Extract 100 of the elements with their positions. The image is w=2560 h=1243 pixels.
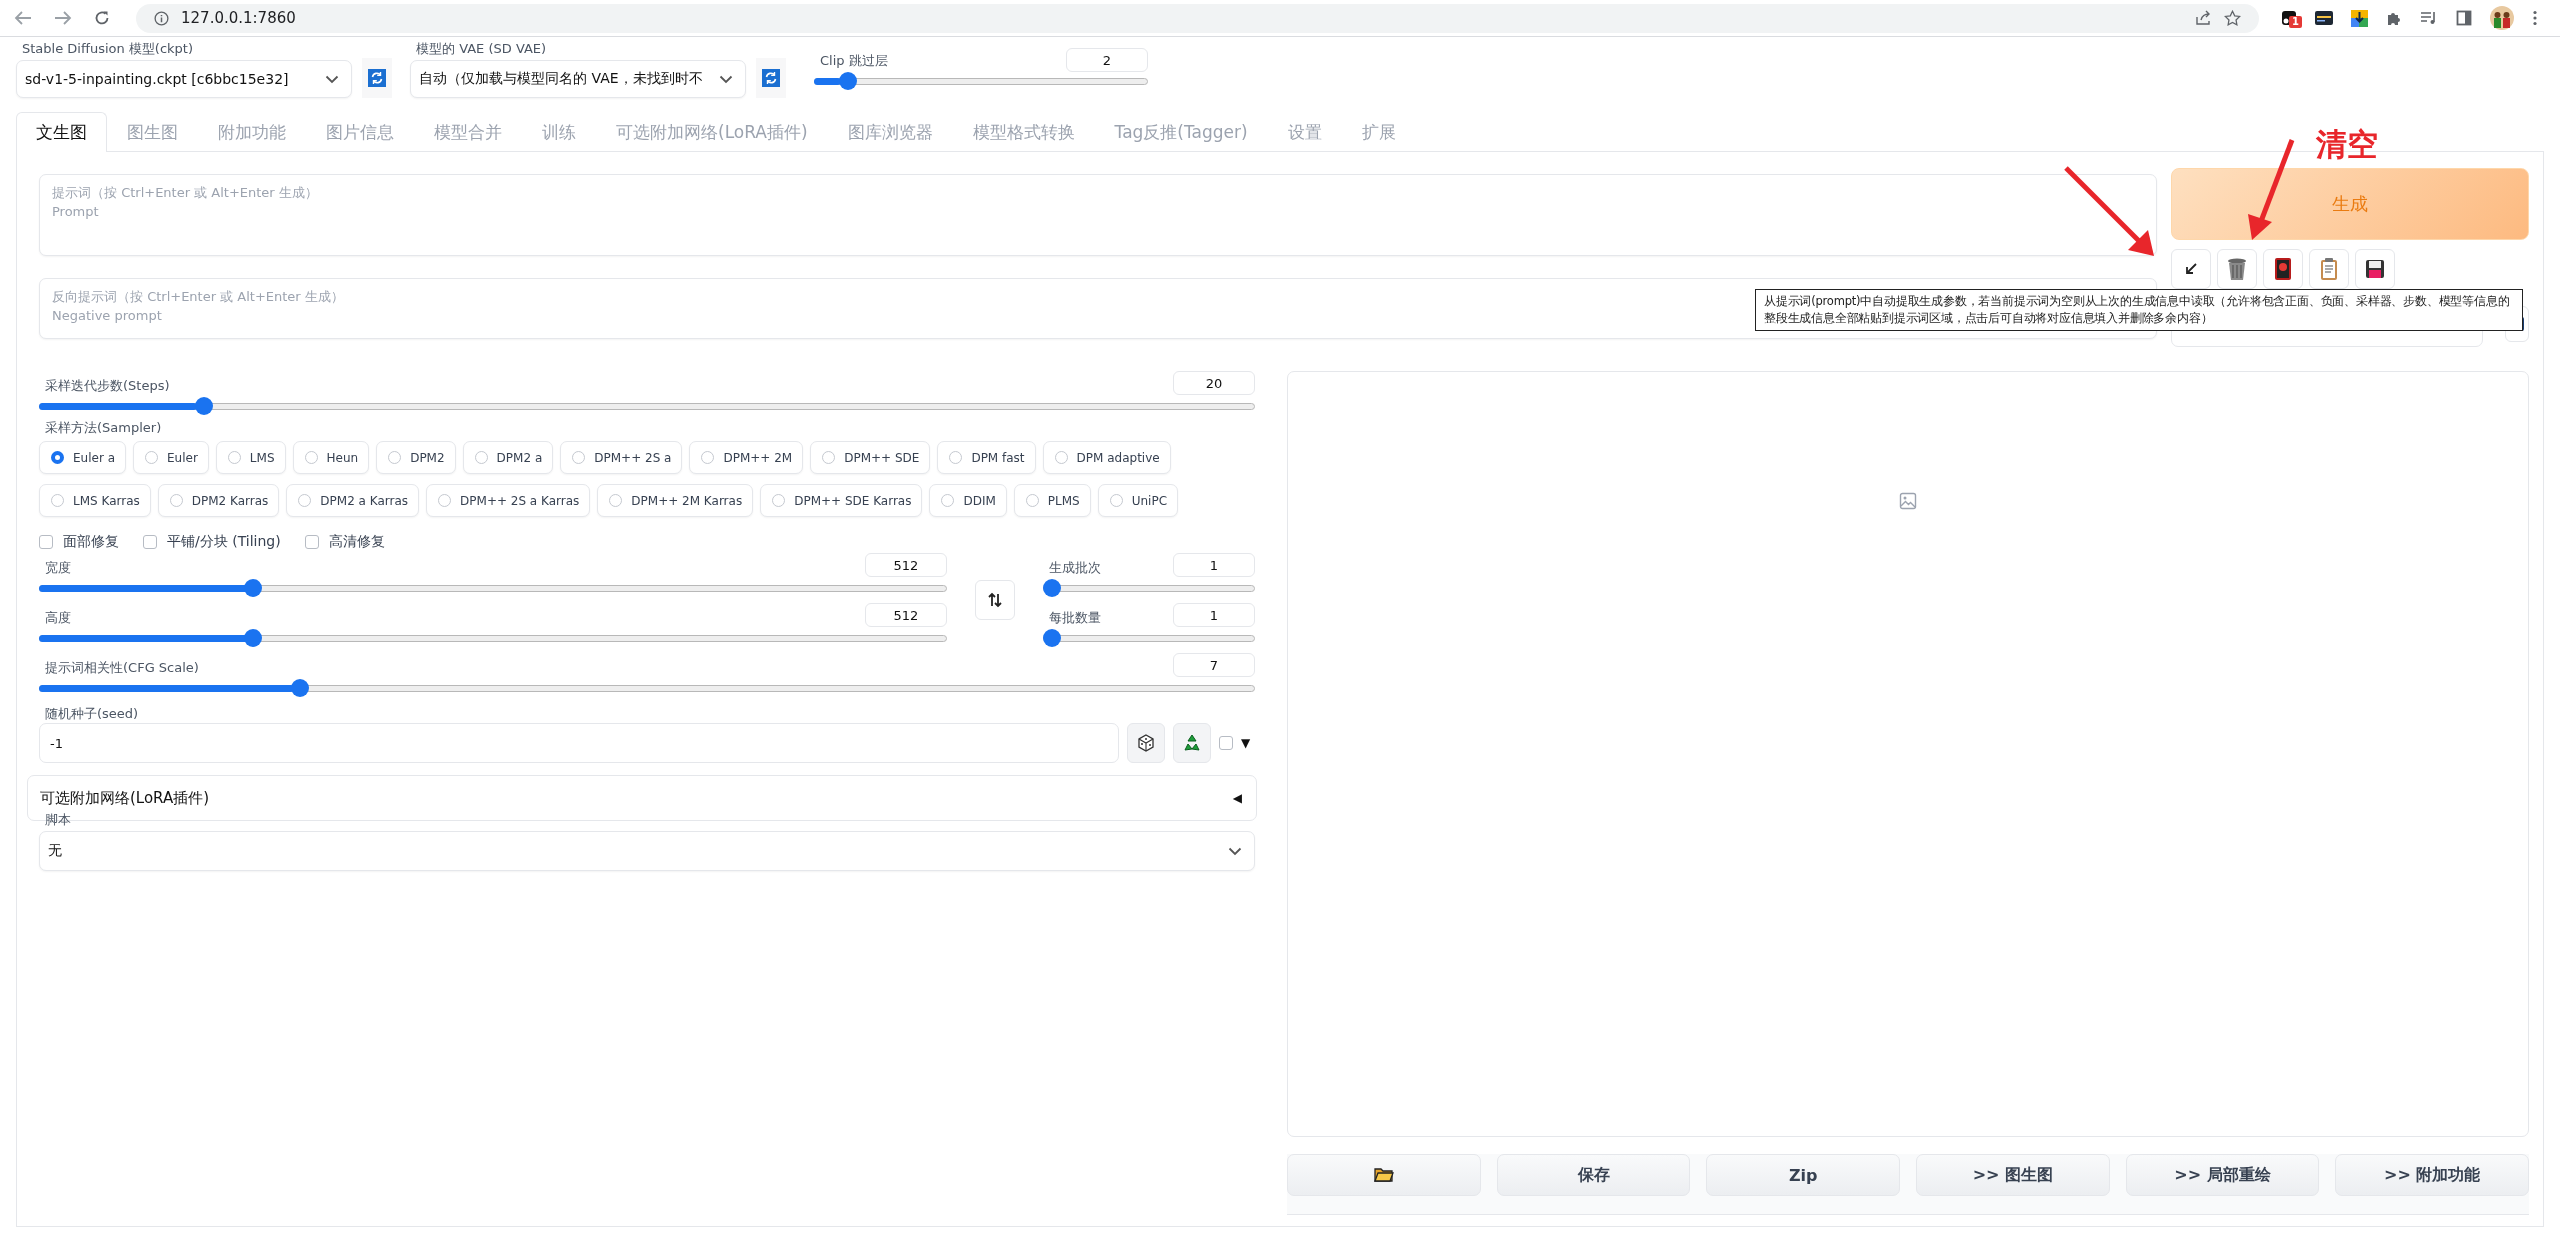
refresh-icon <box>762 69 780 87</box>
share-icon[interactable] <box>2195 10 2212 26</box>
back-icon[interactable] <box>14 10 32 26</box>
sampler-option[interactable]: DPM++ SDE Karras <box>760 484 923 517</box>
clipboard-button[interactable] <box>2309 249 2349 289</box>
batch-count-slider[interactable] <box>1043 579 1255 597</box>
info-icon[interactable] <box>154 10 169 26</box>
output-action-button[interactable]: Zip <box>1706 1154 1900 1196</box>
sampler-option[interactable]: LMS Karras <box>39 484 151 517</box>
sampler-option[interactable]: Euler <box>133 441 209 474</box>
model-dropdown[interactable]: sd-v1-5-inpainting.ckpt [c6bbc15e32] <box>16 60 352 98</box>
option-checkbox[interactable]: 高清修复 <box>304 533 385 551</box>
option-checkbox[interactable]: 平铺/分块 (Tiling) <box>143 533 281 551</box>
sampler-option[interactable]: DPM++ 2S a <box>560 441 683 474</box>
steps-slider[interactable] <box>39 397 1255 415</box>
output-action-button[interactable]: >> 附加功能 <box>2335 1154 2530 1196</box>
height-input[interactable]: 512 <box>865 603 947 627</box>
read-params-button[interactable] <box>2171 249 2211 289</box>
reuse-seed-button[interactable] <box>1173 723 1211 763</box>
star-icon[interactable] <box>2224 10 2241 26</box>
vae-label: 模型的 VAE (SD VAE) <box>416 40 548 58</box>
option-checkbox[interactable]: 面部修复 <box>39 533 119 551</box>
extra-seed-toggle[interactable]: ▼ <box>1241 736 1251 750</box>
swap-icon <box>988 592 1002 608</box>
side-panel-icon[interactable] <box>2456 10 2472 26</box>
clipboard-icon <box>2320 257 2338 281</box>
address-bar[interactable]: 127.0.0.1:7860 <box>136 3 2259 33</box>
refresh-button[interactable] <box>362 58 392 98</box>
height-slider[interactable] <box>39 629 947 647</box>
chevron-down-icon <box>719 74 733 84</box>
width-label: 宽度 <box>45 559 71 577</box>
clip-skip-input[interactable]: 2 <box>1066 48 1148 72</box>
steps-input[interactable]: 20 <box>1173 371 1255 395</box>
download-icon[interactable] <box>2351 9 2368 27</box>
extension-badge: 1 <box>2289 16 2302 28</box>
output-action-button[interactable]: >> 图生图 <box>1916 1154 2110 1196</box>
book-button[interactable] <box>2263 249 2303 289</box>
height-label: 高度 <box>45 609 71 627</box>
sampler-option[interactable]: PLMS <box>1013 484 1091 517</box>
sampler-option[interactable]: Heun <box>292 441 370 474</box>
cfg-scale-label: 提示词相关性(CFG Scale) <box>45 659 199 677</box>
random-seed-button[interactable] <box>1127 723 1165 763</box>
sampler-option[interactable]: DPM2 a <box>462 441 554 474</box>
refresh-icon <box>368 69 386 87</box>
sampler-option[interactable]: DDIM <box>929 484 1007 517</box>
book-icon <box>2274 257 2292 281</box>
swap-dimensions-button[interactable] <box>975 580 1015 620</box>
trash-button[interactable] <box>2217 249 2257 289</box>
save-style-button[interactable] <box>2355 249 2395 289</box>
model-label: Stable Diffusion 模型(ckpt) <box>22 40 194 58</box>
cfg-scale-slider[interactable] <box>39 679 1255 697</box>
sampler-label: 采样方法(Sampler) <box>45 419 163 437</box>
extra-seed-checkbox[interactable] <box>1219 736 1233 750</box>
sampler-option[interactable]: DPM2 Karras <box>157 484 280 517</box>
sampler-option[interactable]: DPM adaptive <box>1042 441 1171 474</box>
seed-field[interactable]: -1 <box>39 723 1119 763</box>
arrow-icon <box>2183 261 2199 277</box>
dice-icon <box>1137 734 1155 752</box>
folder-icon <box>1373 1167 1394 1183</box>
clip-skip-slider[interactable] <box>814 72 1148 90</box>
batch-count-input[interactable]: 1 <box>1173 553 1255 577</box>
sampler-option[interactable]: UniPC <box>1097 484 1179 517</box>
width-slider[interactable] <box>39 579 947 597</box>
reload-icon[interactable] <box>94 10 110 26</box>
batch-size-slider[interactable] <box>1043 629 1255 647</box>
sampler-option[interactable]: DPM++ SDE <box>810 441 931 474</box>
cfg-scale-input[interactable]: 7 <box>1173 653 1255 677</box>
batch-size-label: 每批数量 <box>1049 609 1101 627</box>
output-action-button[interactable]: >> 局部重绘 <box>2125 1154 2320 1196</box>
menu-icon[interactable] <box>2532 10 2538 26</box>
prompt-field[interactable]: 提示词（按 Ctrl+Enter 或 Alt+Enter 生成） Prompt <box>39 174 2157 256</box>
sampler-option[interactable]: DPM++ 2M Karras <box>597 484 754 517</box>
batch-size-input[interactable]: 1 <box>1173 603 1255 627</box>
sampler-option[interactable]: DPM fast <box>937 441 1036 474</box>
width-input[interactable]: 512 <box>865 553 947 577</box>
seed-value: -1 <box>50 735 63 751</box>
tooltip: 从提示词(prompt)中自动提取生成参数，若当前提示词为空则从上次的生成信息中读取（允许将包含正面、负面、采样器、步数、模型等信息的整段生成信息全部粘贴到提示词区域，点击后可自动将对应信息填入并删除多余内容） <box>1755 289 2523 331</box>
avatar-icon[interactable] <box>2490 6 2514 30</box>
sampler-option[interactable]: Euler a <box>39 441 126 474</box>
image-icon <box>1899 492 1917 510</box>
refresh-button[interactable] <box>756 58 786 98</box>
vae-dropdown[interactable]: 自动（仅加载与模型同名的 VAE，未找到时不 <box>410 60 746 98</box>
sampler-option[interactable]: DPM2 a Karras <box>286 484 420 517</box>
output-action-button[interactable]: 保存 <box>1496 1154 1691 1196</box>
url-text: 127.0.0.1:7860 <box>181 9 296 27</box>
steps-label: 采样迭代步数(Steps) <box>45 377 170 395</box>
sampler-option[interactable]: DPM2 <box>376 441 456 474</box>
annotation-text: 清空 <box>2316 125 2378 164</box>
tab[interactable]: 文生图 <box>16 112 107 152</box>
card-icon[interactable] <box>2315 11 2333 25</box>
chevron-down-icon <box>1228 846 1242 856</box>
script-dropdown[interactable]: 无 <box>39 831 1255 871</box>
puzzle-icon[interactable] <box>2386 10 2402 26</box>
forward-icon[interactable] <box>54 10 72 26</box>
sampler-option[interactable]: LMS <box>215 441 286 474</box>
sampler-option[interactable]: DPM++ 2S a Karras <box>426 484 591 517</box>
seed-label: 随机种子(seed) <box>45 705 140 723</box>
clip-skip-label: Clip 跳过层 <box>820 52 888 70</box>
sampler-option[interactable]: DPM++ 2M <box>689 441 804 474</box>
playlist-icon[interactable] <box>2420 11 2438 25</box>
